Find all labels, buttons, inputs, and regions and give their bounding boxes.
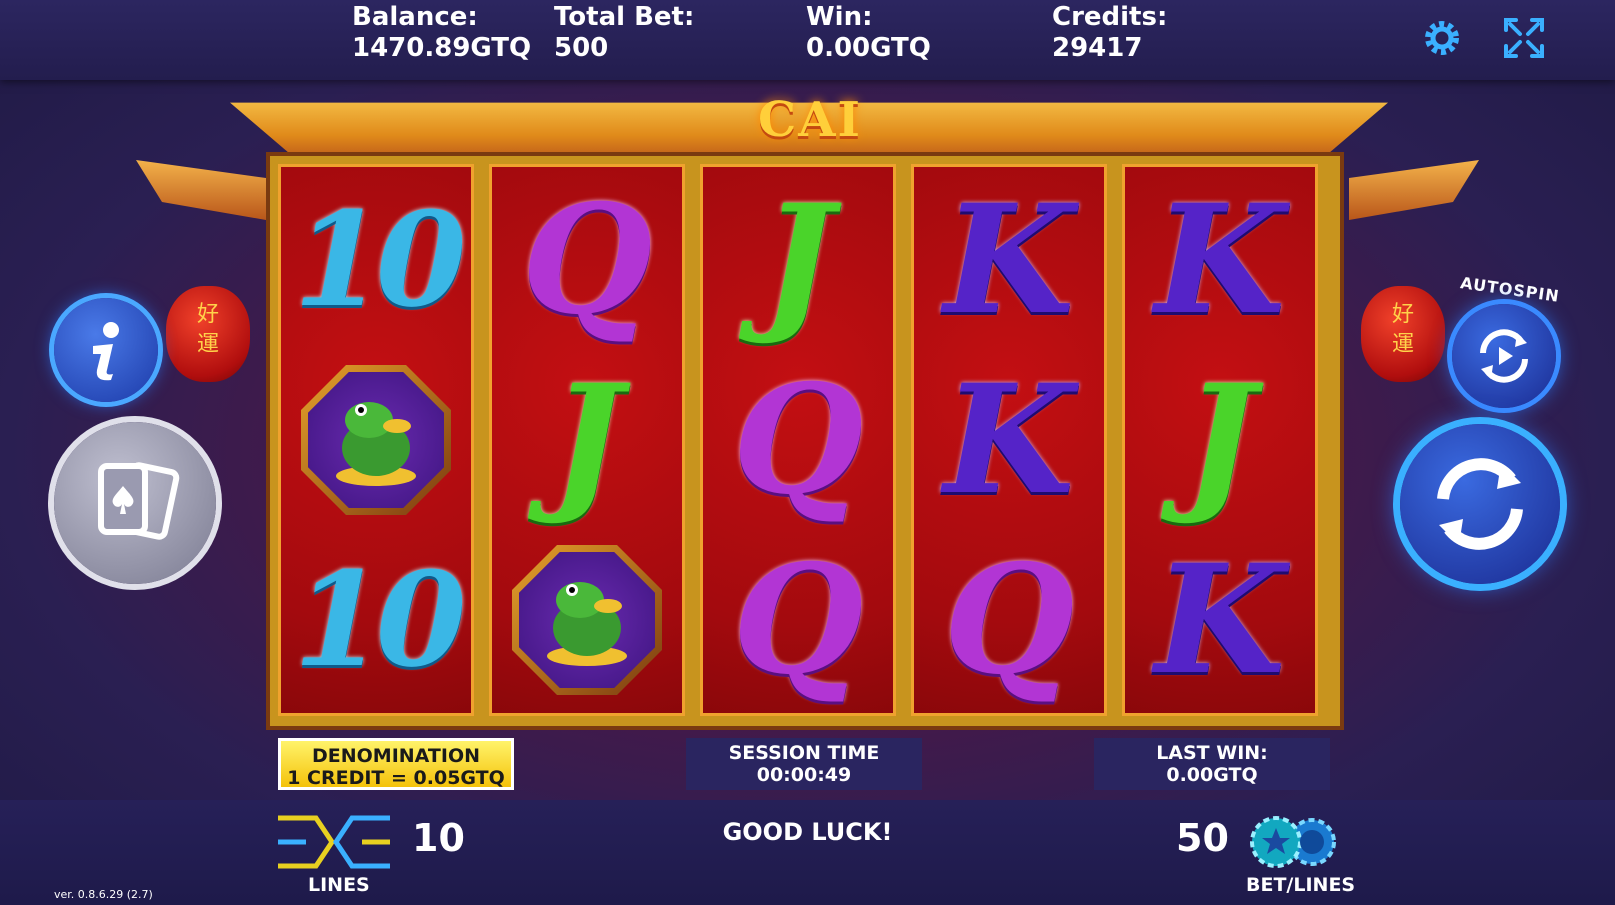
autospin-icon — [1480, 329, 1528, 383]
bet-lines-label: BET/LINES — [1246, 874, 1356, 896]
symbol-q: Q — [732, 532, 864, 708]
reel-2: QJ — [489, 164, 685, 716]
total-bet-stat: Total Bet: 500 — [554, 2, 694, 64]
game-logo: CAI SHEN — [726, 92, 892, 212]
playing-cards-icon — [98, 462, 180, 540]
symbol-q: Q — [732, 352, 864, 528]
reel-1: 10 10 — [278, 164, 474, 716]
session-time-value: 00:00:49 — [756, 764, 852, 786]
last-win-label: LAST WIN: — [1156, 742, 1268, 764]
credits-value: 29417 — [1052, 33, 1143, 63]
reel-symbol: Q — [911, 530, 1107, 710]
golden-toad-icon — [547, 582, 627, 666]
symbol-j: J — [762, 172, 834, 348]
symbol-q: Q — [521, 172, 653, 348]
status-message: GOOD LUCK! — [722, 818, 893, 846]
bet-lines-value: 50 — [1176, 816, 1229, 860]
lantern-right-char-1: 好 — [1391, 302, 1414, 327]
reel-5: KJK — [1122, 164, 1318, 716]
reel-symbol: 10 — [278, 170, 474, 350]
version-text: ver. 0.8.6.29 (2.7) — [54, 888, 153, 901]
symbol-q: Q — [943, 532, 1075, 708]
balance-value: 1470.89GTQ — [352, 33, 532, 63]
total-bet-value: 500 — [554, 33, 609, 63]
symbol-k: K — [1154, 532, 1286, 708]
golden-toad-icon — [336, 402, 416, 486]
last-win-value: 0.00GTQ — [1166, 764, 1258, 786]
credits-label: Credits: — [1052, 2, 1168, 32]
reel-symbol: K — [911, 350, 1107, 530]
reel-symbol: Q — [700, 350, 896, 530]
reel-symbol: J — [700, 170, 896, 350]
symbol-k: K — [943, 172, 1075, 348]
autospin-button[interactable] — [1452, 304, 1556, 408]
symbol-j: J — [1184, 352, 1256, 528]
lantern-left-char-1: 好 — [196, 302, 219, 327]
reel-symbol — [489, 530, 685, 710]
balance-label: Balance: — [352, 2, 478, 32]
reel-symbol: K — [1122, 530, 1318, 710]
reel-3: JQQ — [700, 164, 896, 716]
win-label: Win: — [806, 2, 873, 32]
gamble-cards-button[interactable] — [54, 422, 216, 584]
lantern-left-char-2: 運 — [196, 332, 219, 357]
casino-chips-icon — [1250, 816, 1336, 868]
bet-lines-control[interactable]: 50 BET/LINES — [1176, 814, 1356, 904]
balance-stat: Balance: 1470.89GTQ — [352, 2, 531, 64]
reel-symbol: K — [1122, 170, 1318, 350]
reels-area: 10 10 Q J J Q Q K K Q K J K — [270, 156, 1340, 726]
lantern-left: 好 運 — [166, 286, 250, 382]
denomination-label: DENOMINATION — [312, 745, 480, 767]
info-button[interactable] — [54, 298, 158, 402]
symbol-k: K — [943, 352, 1075, 528]
reel-symbol: 10 — [278, 530, 474, 710]
reel-symbol — [278, 350, 474, 530]
symbol-k: K — [1154, 172, 1286, 348]
reel-4: KKQ — [911, 164, 1107, 716]
lantern-right: 好 運 — [1361, 286, 1445, 382]
denomination-panel[interactable]: DENOMINATION 1 CREDIT = 0.05GTQ — [278, 738, 514, 790]
reel-symbol: Q — [700, 530, 896, 710]
spin-icon — [1437, 458, 1523, 550]
bottom-bar: 10 LINES GOOD LUCK! 50 BET/LINES ver. 0.… — [0, 800, 1615, 905]
symbol-10: 10 — [293, 183, 467, 336]
fullscreen-icon[interactable] — [1502, 16, 1546, 60]
lantern-right-char-2: 運 — [1391, 332, 1414, 357]
reel-symbol: K — [911, 170, 1107, 350]
spin-button[interactable] — [1400, 424, 1560, 584]
total-bet-label: Total Bet: — [554, 2, 695, 32]
reel-symbol: J — [1122, 350, 1318, 530]
last-win-panel: LAST WIN: 0.00GTQ — [1094, 738, 1330, 790]
session-time-panel: SESSION TIME 00:00:49 — [686, 738, 922, 790]
win-value: 0.00GTQ — [806, 33, 931, 63]
lines-label: LINES — [308, 874, 370, 896]
symbol-j: J — [551, 352, 623, 528]
win-stat: Win: 0.00GTQ — [806, 2, 931, 64]
settings-gear-icon[interactable] — [1420, 16, 1464, 60]
symbol-10: 10 — [293, 543, 467, 696]
info-icon — [93, 322, 119, 381]
reel-symbol: Q — [489, 170, 685, 350]
denomination-value: 1 CREDIT = 0.05GTQ — [287, 767, 505, 789]
session-time-label: SESSION TIME — [728, 742, 880, 764]
credits-stat: Credits: 29417 — [1052, 2, 1167, 64]
reel-symbol: J — [489, 350, 685, 530]
top-bar: Balance: 1470.89GTQ Total Bet: 500 Win: … — [0, 0, 1615, 80]
